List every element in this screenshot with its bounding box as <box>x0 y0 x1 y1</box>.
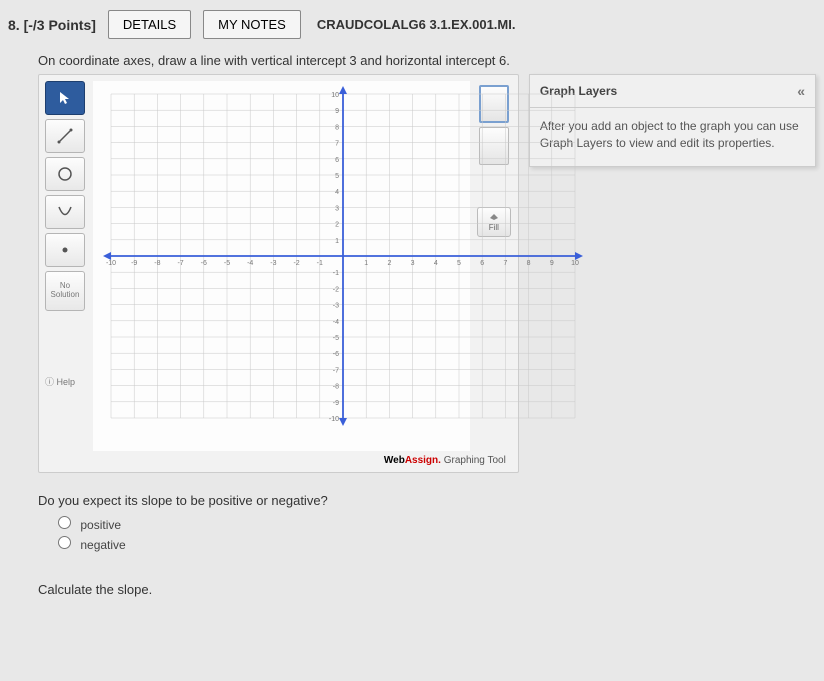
graphing-tool: No Solution ⓘ Help -10-10-9- <box>38 74 519 473</box>
svg-text:-10: -10 <box>106 260 116 267</box>
svg-text:8: 8 <box>527 260 531 267</box>
svg-text:-6: -6 <box>201 260 207 267</box>
svg-text:9: 9 <box>550 260 554 267</box>
graph-toolbar: No Solution ⓘ Help <box>45 81 87 451</box>
svg-text:4: 4 <box>335 189 339 196</box>
radio-negative-label[interactable]: negative <box>58 536 816 552</box>
svg-text:-2: -2 <box>293 260 299 267</box>
grid-svg: -10 -10 -9 -9 -8 -8 -7 -7 -6 -6 -5 -5 -4 -4 -3 -3 -2 -2 -1… <box>103 86 583 426</box>
svg-text:1: 1 <box>364 260 368 267</box>
radio-positive[interactable] <box>58 516 71 529</box>
mynotes-button[interactable]: MY NOTES <box>203 10 301 39</box>
svg-text:-6: -6 <box>333 351 339 358</box>
svg-text:-2: -2 <box>333 286 339 293</box>
svg-text:4: 4 <box>434 260 438 267</box>
help-link[interactable]: ⓘ Help <box>45 375 87 388</box>
svg-text:-4: -4 <box>333 319 339 326</box>
svg-text:6: 6 <box>335 157 339 164</box>
svg-text:-1: -1 <box>317 260 323 267</box>
svg-text:2: 2 <box>387 260 391 267</box>
no-solution-tool[interactable]: No Solution <box>45 271 85 311</box>
graph-footer: WebAssign. Graphing Tool <box>45 451 512 466</box>
svg-text:2: 2 <box>335 222 339 229</box>
svg-text:10: 10 <box>331 92 339 99</box>
svg-text:3: 3 <box>411 260 415 267</box>
svg-text:-1: -1 <box>333 270 339 277</box>
svg-text:-5: -5 <box>333 335 339 342</box>
svg-text:-4: -4 <box>247 260 253 267</box>
svg-text:-3: -3 <box>270 260 276 267</box>
svg-text:-5: -5 <box>224 260 230 267</box>
svg-text:-7: -7 <box>177 260 183 267</box>
reference-code: CRAUDCOLALG6 3.1.EX.001.MI. <box>317 17 516 32</box>
collapse-icon[interactable]: « <box>797 83 805 99</box>
svg-text:9: 9 <box>335 108 339 115</box>
svg-text:7: 7 <box>503 260 507 267</box>
instruction-text: On coordinate axes, draw a line with ver… <box>38 53 816 68</box>
pointer-tool[interactable] <box>45 81 85 115</box>
coordinate-grid[interactable]: -10 -10 -9 -9 -8 -8 -7 -7 -6 -6 -5 -5 -4 -4 -3 -3 -2 -2 -1… <box>93 81 470 451</box>
svg-text:10: 10 <box>571 260 579 267</box>
parabola-tool[interactable] <box>45 195 85 229</box>
svg-text:7: 7 <box>335 141 339 148</box>
svg-text:-3: -3 <box>333 303 339 310</box>
svg-text:-8: -8 <box>333 384 339 391</box>
details-button[interactable]: DETAILS <box>108 10 191 39</box>
svg-text:-9: -9 <box>333 400 339 407</box>
svg-text:6: 6 <box>480 260 484 267</box>
radio-negative[interactable] <box>58 536 71 549</box>
point-tool[interactable] <box>45 233 85 267</box>
line-tool[interactable] <box>45 119 85 153</box>
slope-sign-prompt: Do you expect its slope to be positive o… <box>38 493 816 508</box>
svg-text:5: 5 <box>335 173 339 180</box>
question-number: 8. <box>8 17 20 33</box>
calculate-slope-prompt: Calculate the slope. <box>38 582 816 597</box>
question-points: [-/3 Points] <box>24 17 96 33</box>
svg-text:-8: -8 <box>154 260 160 267</box>
svg-text:-10: -10 <box>329 416 339 423</box>
circle-tool[interactable] <box>45 157 85 191</box>
radio-positive-label[interactable]: positive <box>58 516 816 532</box>
svg-text:5: 5 <box>457 260 461 267</box>
svg-text:-7: -7 <box>333 367 339 374</box>
svg-text:8: 8 <box>335 124 339 131</box>
svg-text:3: 3 <box>335 205 339 212</box>
svg-text:1: 1 <box>335 238 339 245</box>
svg-text:-9: -9 <box>131 260 137 267</box>
